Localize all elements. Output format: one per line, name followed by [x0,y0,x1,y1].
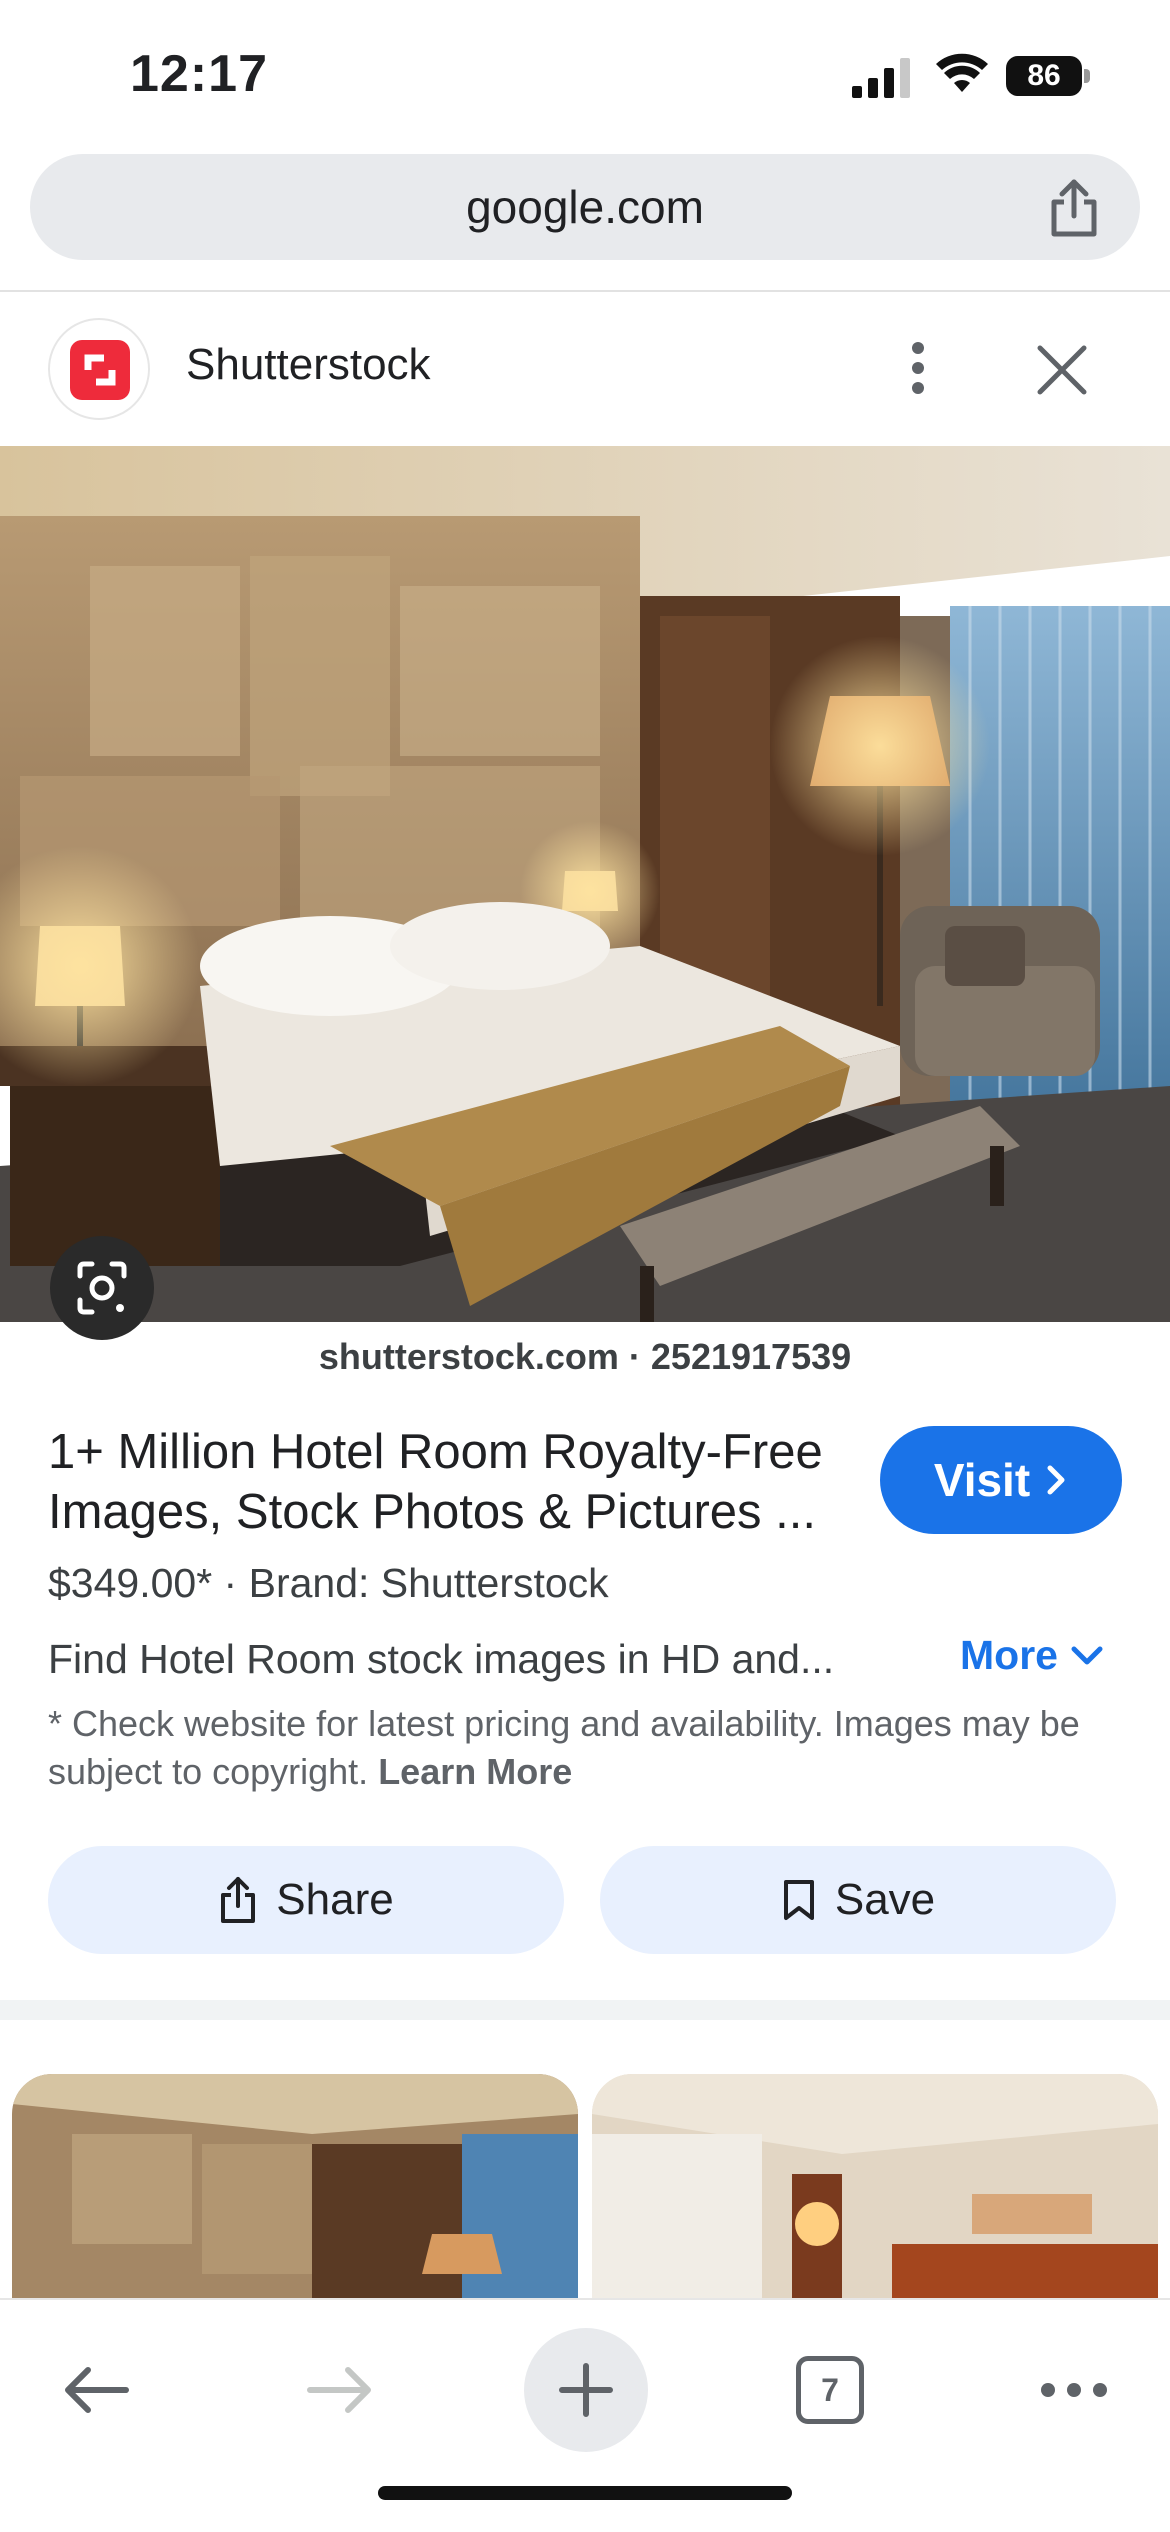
related-thumbnail-2 [592,2074,1158,2300]
forward-button[interactable] [280,2330,400,2450]
visit-label: Visit [933,1454,1031,1506]
image-caption: shutterstock.com · 2521917539 [318,1336,852,1377]
back-arrow-icon [65,2367,129,2413]
result-title[interactable]: 1+ Million Hotel Room Royalty-Free Image… [48,1422,848,1542]
related-image-2[interactable] [592,2074,1158,2300]
menu-button[interactable] [1014,2330,1134,2450]
disclaimer: * Check website for latest pricing and a… [48,1700,1128,1796]
shutterstock-mark-icon [84,354,116,386]
result-description: Find Hotel Room stock images in HD and..… [48,1636,835,1682]
section-separator [0,2000,1170,2020]
more-horiz-icon [1041,2383,1107,2397]
plus-icon [559,2363,613,2417]
bookmark-icon [783,1880,814,1920]
source-logo[interactable] [48,318,150,420]
cellular-signal-icon [852,58,910,98]
address-bar[interactable]: google.com [30,154,1140,260]
related-image-1[interactable] [12,2074,578,2300]
battery-level: 86 [1006,56,1082,96]
more-button[interactable]: More [960,1632,1104,1679]
lens-icon [77,1261,127,1315]
chevron-right-icon [1047,1465,1065,1495]
share-icon[interactable] [1046,178,1102,238]
status-time: 12:17 [130,45,268,103]
status-bar: 12:17 86 [0,0,1170,150]
lens-button[interactable] [50,1236,154,1340]
share-button[interactable]: Share [48,1846,564,1954]
related-thumbnail-1 [12,2074,578,2300]
save-button[interactable]: Save [600,1846,1116,1954]
wifi-icon [936,53,988,92]
price-brand-line: $349.00* · Brand: Shutterstock [48,1560,609,1606]
battery-icon: 86 [1006,56,1090,96]
close-icon[interactable] [1034,342,1090,398]
learn-more-link[interactable]: Learn More [378,1751,572,1792]
hotel-room-illustration [0,446,1170,1322]
tab-switcher-button[interactable]: 7 [770,2330,890,2450]
more-vert-icon[interactable] [898,338,938,398]
chevron-down-icon [1071,1646,1103,1664]
share-label: Share [276,1875,394,1924]
visit-button[interactable]: Visit [880,1426,1122,1534]
source-name[interactable]: Shutterstock [186,340,431,390]
shutterstock-logo-icon [70,340,130,400]
divider [0,290,1170,292]
hotel-room-image[interactable] [0,446,1170,1322]
share-icon [221,1877,256,1923]
save-label: Save [834,1875,936,1924]
home-indicator[interactable] [378,2486,792,2500]
battery-cap [1084,69,1090,83]
new-tab-button[interactable] [524,2328,648,2452]
tab-count: 7 [796,2356,864,2424]
forward-arrow-icon [307,2367,371,2413]
back-button[interactable] [36,2330,156,2450]
more-label: More [960,1632,1058,1678]
url-text[interactable]: google.com [30,154,1140,260]
